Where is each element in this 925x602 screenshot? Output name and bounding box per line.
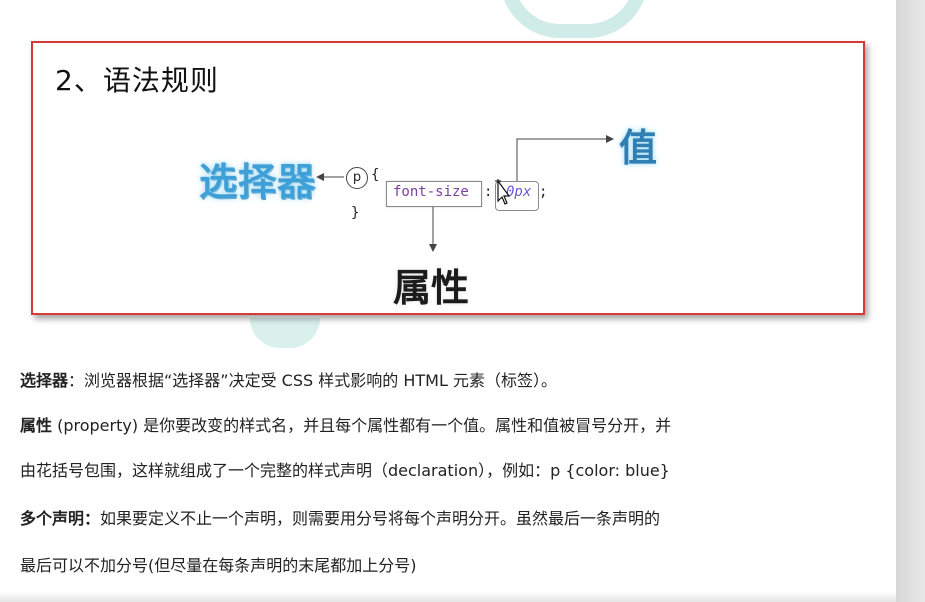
arrow-to-value: [516, 135, 614, 181]
watermark-bottom: [250, 318, 320, 348]
multi-declaration-description-2: 最后可以不加分号(但尽量在每条声明的末尾都加上分号): [20, 556, 417, 575]
property-description-2: 由花括号包围，这样就组成了一个完整的样式声明（declaration），例如：p…: [20, 461, 670, 480]
code-property: font-size: [393, 184, 469, 200]
property-term: 属性: [20, 416, 53, 435]
page-bottom-shadow: [0, 592, 896, 602]
property-description-1: (property) 是你要改变的样式名，并且每个属性都有一个值。属性和值被冒号…: [52, 416, 672, 435]
selector-description: ：浏览器根据“选择器”决定受 CSS 样式影响的 HTML 元素（标签）。: [68, 371, 557, 390]
property-label: 属性: [393, 266, 470, 310]
selector-paragraph: 选择器：浏览器根据“选择器”决定受 CSS 样式影响的 HTML 元素（标签）。: [20, 371, 890, 391]
value-label: 值: [619, 126, 658, 170]
selector-term: 选择器: [20, 371, 69, 390]
code-brace-open: {: [371, 167, 380, 183]
multi-declaration-term: 多个声明：: [20, 509, 101, 528]
move-cursor-icon: [495, 179, 511, 205]
multi-declaration-paragraph-line-1: 多个声明：如果要定义不止一个声明，则需要用分号将每个声明分开。虽然最后一条声明的: [20, 509, 890, 529]
property-paragraph-line-1: 属性 (property) 是你要改变的样式名，并且每个属性都有一个值。属性和值…: [20, 416, 890, 436]
watermark-top: [500, 0, 648, 38]
code-brace-close: }: [351, 205, 360, 221]
selector-label: 选择器: [199, 160, 317, 204]
page-edge-shadow: [896, 0, 925, 602]
code-semicolon: ;: [539, 184, 548, 200]
selector-p-circle: p: [346, 167, 368, 189]
multi-declaration-description-1: 如果要定义不止一个声明，则需要用分号将每个声明分开。虽然最后一条声明的: [100, 509, 661, 528]
syntax-slide: 2、语法规则 选择器 值 属性 p { font-size : 0px ; }: [31, 41, 865, 315]
multi-declaration-paragraph-line-2: 最后可以不加分号(但尽量在每条声明的末尾都加上分号): [20, 556, 890, 576]
property-paragraph-line-2: 由花括号包围，这样就组成了一个完整的样式声明（declaration），例如：p…: [20, 461, 890, 481]
